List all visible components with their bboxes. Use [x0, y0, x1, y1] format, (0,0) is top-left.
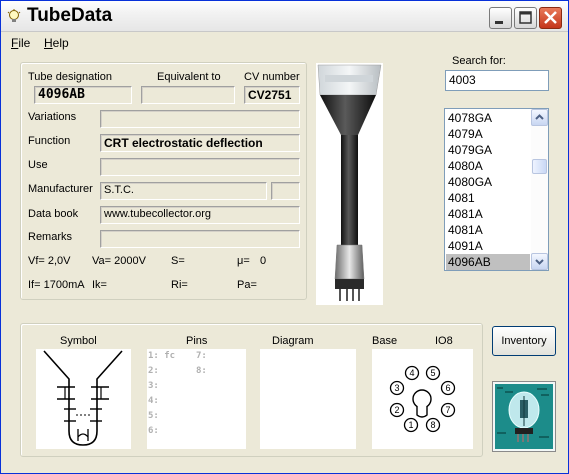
list-item[interactable]: 4091A [446, 238, 530, 254]
pins-label: Pins [186, 335, 208, 347]
cv-number-field[interactable]: CV2751 [244, 86, 300, 104]
list-item[interactable]: 4078GA [446, 110, 530, 126]
ik-value: Ik= [92, 279, 107, 291]
list-item[interactable]: 4080A [446, 158, 530, 174]
list-item[interactable]: 4081A [446, 206, 530, 222]
if-value: If= 1700mA [28, 279, 85, 291]
equivalent-to-label: Equivalent to [157, 71, 221, 83]
manufacturer-field[interactable]: S.T.C. [100, 182, 267, 200]
pa-value: Pa= [237, 279, 257, 291]
pin-line: 5: [148, 411, 159, 421]
equivalent-to-field[interactable] [141, 86, 235, 104]
manufacturer-label: Manufacturer [28, 183, 93, 195]
base-label: Base [372, 335, 398, 347]
symbol-label: Symbol [60, 335, 97, 347]
list-item[interactable]: 4079GA [446, 142, 530, 158]
diagram-panel [260, 349, 356, 449]
base-pin-label: 2 [394, 405, 399, 415]
mu-value: 0 [260, 255, 267, 267]
use-field[interactable] [100, 158, 300, 176]
tube-list[interactable]: 4078GA 4079A 4079GA 4080A 4080GA 4081 40… [444, 108, 549, 271]
base-type-label: IO8 [435, 335, 453, 347]
pin-line: 4: [148, 396, 159, 406]
scroll-thumb[interactable] [532, 159, 547, 174]
remarks-label: Remarks [28, 231, 73, 243]
variations-field[interactable] [100, 110, 300, 128]
base-pin-label: 7 [445, 405, 450, 415]
tube-logo-image [493, 382, 555, 451]
tube-designation-field[interactable]: 4096AB [34, 86, 132, 104]
menu-help-label: elp [52, 36, 69, 50]
data-book-label: Data book [28, 208, 79, 220]
symbol-panel [36, 349, 131, 449]
list-item[interactable]: 4081 [446, 190, 530, 206]
window-title: TubeData [27, 5, 113, 26]
pins-panel: 1: fc 2: 3: 4: 5: 6: 7: 8: [147, 349, 246, 449]
base-pin-label: 1 [408, 420, 413, 430]
base-pin-label: 6 [445, 383, 450, 393]
function-field[interactable]: CRT electrostatic deflection [100, 134, 300, 152]
search-input[interactable]: 4003 [445, 70, 549, 91]
base-pin-label: 4 [409, 368, 414, 378]
base-pin-label: 8 [430, 420, 435, 430]
base-pin-label: 3 [394, 383, 399, 393]
manufacturer-extra-field[interactable] [271, 182, 300, 200]
va-value: Va= 2000V [92, 255, 146, 267]
pin-line: 3: [148, 381, 159, 391]
bulb-icon [7, 9, 21, 22]
crt-symbol-diagram [43, 350, 123, 446]
pin-line: 8: [196, 366, 207, 376]
pin-line: 7: [196, 351, 207, 361]
remarks-field[interactable] [100, 230, 300, 248]
function-label: Function [28, 135, 71, 147]
pin-line: 1: fc [148, 351, 176, 361]
menu-help-accel: H [44, 36, 53, 50]
scroll-up-icon [535, 114, 544, 120]
scroll-down-button[interactable] [531, 253, 548, 270]
data-book-field[interactable]: www.tubecollector.org [100, 206, 300, 224]
app-window: TubeData File Help Tube designation Equi… [0, 0, 569, 474]
tubecollector-logo[interactable] [492, 381, 556, 452]
tube-photo [316, 63, 383, 305]
scroll-down-icon [535, 259, 544, 265]
list-item-selected[interactable]: 4096AB [446, 254, 530, 270]
menu-bar: File Help [1, 33, 568, 53]
base-pin-label: 5 [430, 368, 435, 378]
cathode-ray-tube-image [316, 63, 383, 305]
minimize-icon [495, 21, 503, 24]
menu-file[interactable]: File [11, 36, 30, 50]
diagram-label: Diagram [272, 335, 314, 347]
list-scrollbar[interactable] [531, 109, 548, 270]
title-bar: TubeData [1, 1, 568, 32]
use-label: Use [28, 159, 48, 171]
pin-line: 2: [148, 366, 159, 376]
s-value: S= [171, 255, 185, 267]
ri-value: Ri= [171, 279, 188, 291]
base-panel: 1 2 3 4 5 6 7 8 [372, 349, 473, 449]
vf-value: Vf= 2,0V [28, 255, 71, 267]
list-item[interactable]: 4079A [446, 126, 530, 142]
search-label: Search for: [452, 55, 506, 67]
scroll-up-button[interactable] [531, 109, 548, 126]
pin-line: 6: [148, 426, 159, 436]
maximize-icon [519, 11, 532, 24]
base-pinout-diagram: 1 2 3 4 5 6 7 8 [377, 354, 467, 444]
list-item[interactable]: 4080GA [446, 174, 530, 190]
minimize-button[interactable] [489, 7, 512, 29]
variations-label: Variations [28, 111, 77, 123]
inventory-button[interactable]: Inventory [492, 326, 556, 356]
tube-designation-label: Tube designation [28, 71, 112, 83]
list-item[interactable]: 4081A [446, 222, 530, 238]
cv-number-label: CV number [244, 71, 300, 83]
close-icon [544, 11, 557, 24]
menu-help[interactable]: Help [44, 36, 69, 50]
close-button[interactable] [539, 7, 562, 29]
mu-label: μ= [237, 255, 250, 267]
maximize-button[interactable] [514, 7, 537, 29]
menu-file-label: ile [18, 36, 31, 50]
